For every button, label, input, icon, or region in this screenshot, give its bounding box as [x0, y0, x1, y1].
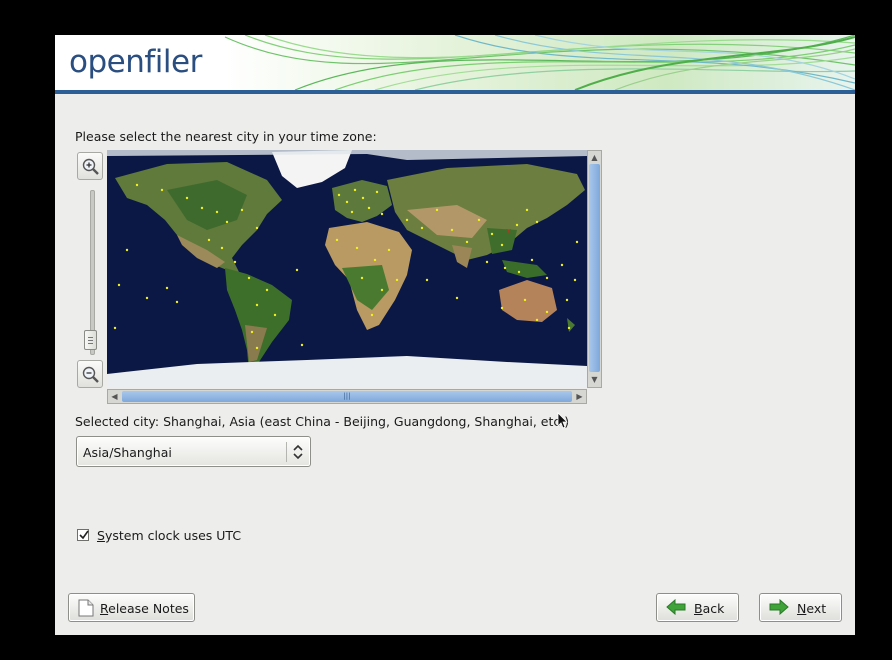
- checkmark-icon: [79, 530, 89, 540]
- map-horizontal-scroll-thumb[interactable]: |||: [122, 391, 572, 402]
- release-notes-label: Release Notes: [100, 601, 189, 616]
- zoom-in-icon: [82, 158, 99, 175]
- map-vertical-scroll-thumb[interactable]: [589, 164, 600, 372]
- up-down-arrows-icon: [293, 444, 303, 460]
- banner-divider: [55, 90, 855, 94]
- document-icon: [78, 599, 94, 617]
- back-arrow-icon: [666, 599, 686, 615]
- zoom-out-icon: [82, 366, 99, 383]
- back-button[interactable]: Back: [656, 593, 739, 622]
- zoom-out-button[interactable]: [77, 360, 103, 388]
- back-label: Back: [694, 601, 725, 616]
- world-map-graphic[interactable]: x: [107, 150, 587, 388]
- utc-checkbox-label: System clock uses UTC: [97, 528, 242, 543]
- scroll-up-arrow-icon[interactable]: ▲: [588, 151, 601, 164]
- scroll-left-arrow-icon[interactable]: ◀: [108, 390, 121, 403]
- next-arrow-icon: [769, 599, 789, 615]
- openfiler-banner: openfiler: [55, 35, 855, 90]
- timezone-world-map[interactable]: x: [107, 150, 587, 388]
- installer-window: openfiler Please select the nearest city…: [55, 35, 855, 635]
- openfiler-logo: openfiler: [69, 44, 202, 80]
- timezone-combo-value: Asia/Shanghai: [83, 445, 172, 460]
- utc-checkbox[interactable]: [77, 529, 89, 541]
- mouse-pointer-icon: [557, 412, 568, 429]
- selected-city-marker: x: [506, 227, 512, 237]
- zoom-slider-handle[interactable]: [84, 330, 97, 350]
- map-vertical-scrollbar[interactable]: ▲ ▼: [587, 150, 602, 388]
- next-label: Next: [797, 601, 827, 616]
- scroll-right-arrow-icon[interactable]: ▶: [573, 390, 586, 403]
- timezone-prompt: Please select the nearest city in your t…: [75, 129, 377, 144]
- map-horizontal-scrollbar[interactable]: ◀ ||| ▶: [107, 389, 587, 404]
- timezone-combo-box[interactable]: Asia/Shanghai: [76, 436, 311, 467]
- scroll-down-arrow-icon[interactable]: ▼: [588, 373, 601, 386]
- selected-city-label: Selected city: Shanghai, Asia (east Chin…: [75, 414, 570, 429]
- next-button[interactable]: Next: [759, 593, 842, 622]
- release-notes-button[interactable]: Release Notes: [68, 593, 195, 622]
- zoom-in-button[interactable]: [77, 152, 103, 180]
